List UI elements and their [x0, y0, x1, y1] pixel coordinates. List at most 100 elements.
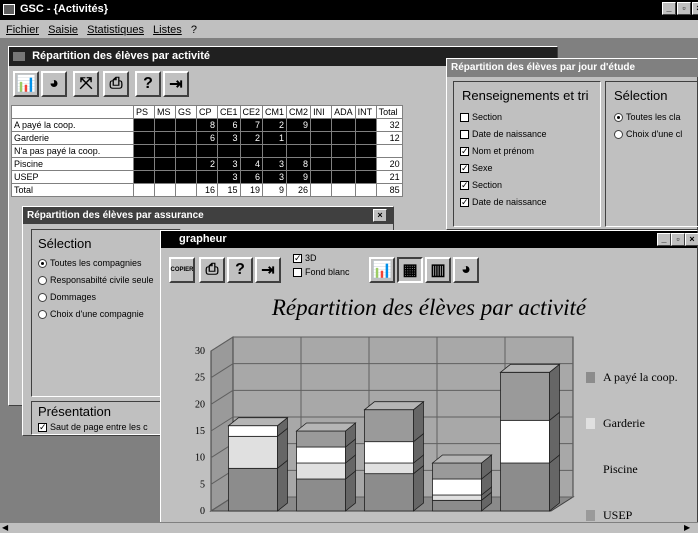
- table-cell[interactable]: 3: [217, 170, 241, 184]
- table-cell[interactable]: 15: [217, 183, 241, 197]
- menu-saisie[interactable]: Saisie: [48, 24, 78, 36]
- table-cell[interactable]: [154, 131, 176, 145]
- table-cell[interactable]: 2: [262, 118, 288, 132]
- table-cell[interactable]: [154, 144, 176, 158]
- table-cell[interactable]: [196, 144, 218, 158]
- assurance-close-button[interactable]: ×: [373, 209, 387, 222]
- option-checkbox[interactable]: ✓ Section: [460, 180, 547, 197]
- option-radio[interactable]: Toutes les cla: [614, 112, 682, 129]
- option-checkbox[interactable]: ✓ Date de naissance: [460, 197, 547, 214]
- table-cell[interactable]: [217, 144, 241, 158]
- grapheur-minimize-button[interactable]: _: [657, 233, 671, 246]
- scroll-left-icon[interactable]: ◀: [2, 523, 8, 532]
- pie-type-icon[interactable]: ◕: [453, 257, 479, 283]
- table-cell[interactable]: 2: [239, 131, 264, 145]
- table-cell[interactable]: 6: [196, 131, 218, 145]
- checkbox-box[interactable]: [460, 113, 469, 123]
- table-cell[interactable]: [331, 144, 356, 158]
- table-cell[interactable]: 1: [262, 131, 288, 145]
- table-cell[interactable]: [310, 118, 333, 132]
- table-cell[interactable]: [331, 131, 356, 145]
- table-cell[interactable]: [354, 157, 377, 171]
- table-cell[interactable]: 9: [286, 170, 312, 184]
- table-cell[interactable]: [133, 131, 155, 145]
- table-cell[interactable]: [239, 144, 264, 158]
- table-cell[interactable]: 6: [217, 118, 241, 132]
- table-cell[interactable]: [354, 170, 377, 184]
- scroll-right-icon[interactable]: ▶: [684, 523, 690, 532]
- stacked-bar-type-icon[interactable]: ▦: [397, 257, 423, 283]
- table-cell[interactable]: 9: [262, 183, 288, 197]
- table-cell[interactable]: [175, 144, 197, 158]
- exit-icon[interactable]: ⇥: [163, 71, 189, 97]
- table-cell[interactable]: 3: [217, 131, 241, 145]
- table-cell[interactable]: 3: [262, 157, 288, 171]
- table-cell[interactable]: [262, 144, 288, 158]
- close-button[interactable]: ×: [692, 2, 698, 15]
- option-checkbox[interactable]: Section: [460, 112, 547, 129]
- print-icon[interactable]: ⎙: [103, 71, 129, 97]
- row-label[interactable]: Garderie: [11, 131, 134, 145]
- menu-fichier[interactable]: Fichier: [6, 24, 39, 36]
- table-cell[interactable]: [133, 118, 155, 132]
- row-label[interactable]: Total: [11, 183, 134, 197]
- table-cell[interactable]: [354, 183, 377, 197]
- table-cell[interactable]: [331, 170, 356, 184]
- table-cell[interactable]: [354, 144, 377, 158]
- table-cell[interactable]: [133, 157, 155, 171]
- table-cell[interactable]: 2: [196, 157, 218, 171]
- table-cell[interactable]: [310, 131, 333, 145]
- table-cell[interactable]: [331, 183, 356, 197]
- bar-chart-icon[interactable]: 📊: [13, 71, 39, 97]
- bar-chart-type-icon[interactable]: 📊: [369, 257, 395, 283]
- table-cell[interactable]: [133, 170, 155, 184]
- table-cell[interactable]: 3: [217, 157, 241, 171]
- export-icon[interactable]: ⤧: [73, 71, 99, 97]
- row-label[interactable]: N'a pas payé la coop.: [11, 144, 134, 158]
- row-label[interactable]: USEP: [11, 170, 134, 184]
- checkbox-box[interactable]: ✓: [460, 147, 469, 157]
- grapheur-print-icon[interactable]: ⎙: [199, 257, 225, 283]
- radio-dot[interactable]: [38, 310, 47, 320]
- option-checkbox[interactable]: ✓ Nom et prénom: [460, 146, 547, 163]
- table-cell[interactable]: [175, 157, 197, 171]
- copier-icon[interactable]: COPIER: [169, 257, 195, 283]
- grapheur-maximize-button[interactable]: ▫: [671, 233, 685, 246]
- saut-de-page-checkbox[interactable]: ✓ Saut de page entre les c: [38, 422, 148, 433]
- radio-dot[interactable]: [614, 130, 623, 140]
- table-cell[interactable]: [154, 170, 176, 184]
- table-cell[interactable]: [310, 170, 333, 184]
- table-cell[interactable]: 26: [286, 183, 312, 197]
- radio-dot[interactable]: [38, 259, 47, 269]
- table-cell[interactable]: [133, 183, 155, 197]
- row-label[interactable]: A payé la coop.: [11, 118, 134, 132]
- table-cell[interactable]: [175, 118, 197, 132]
- table-cell[interactable]: 16: [196, 183, 218, 197]
- table-cell[interactable]: [331, 118, 356, 132]
- table-cell[interactable]: [310, 157, 333, 171]
- checkbox-box[interactable]: ✓: [38, 423, 47, 433]
- table-cell[interactable]: [175, 183, 197, 197]
- table-cell[interactable]: [286, 144, 312, 158]
- checkbox-fond-blanc[interactable]: [293, 268, 302, 278]
- checkbox-box[interactable]: ✓: [460, 181, 469, 191]
- table-cell[interactable]: 3: [262, 170, 288, 184]
- table-cell[interactable]: 4: [239, 157, 264, 171]
- table-cell[interactable]: [154, 118, 176, 132]
- row-label[interactable]: Piscine: [11, 157, 134, 171]
- pie-chart-icon[interactable]: ◕: [41, 71, 67, 97]
- table-cell[interactable]: [310, 183, 333, 197]
- 3d-bar-type-icon[interactable]: ▥: [425, 257, 451, 283]
- radio-dot[interactable]: [38, 293, 47, 303]
- option-radio[interactable]: Toutes les compagnies: [38, 258, 154, 275]
- radio-dot[interactable]: [614, 113, 623, 123]
- radio-dot[interactable]: [38, 276, 47, 286]
- table-cell[interactable]: 19: [239, 183, 264, 197]
- grapheur-exit-icon[interactable]: ⇥: [255, 257, 281, 283]
- checkbox-box[interactable]: ✓: [460, 164, 469, 174]
- menu-help[interactable]: ?: [191, 24, 197, 36]
- table-cell[interactable]: [175, 131, 197, 145]
- table-cell[interactable]: [310, 144, 333, 158]
- option-radio[interactable]: Choix d'une compagnie: [38, 309, 154, 326]
- menu-listes[interactable]: Listes: [153, 24, 182, 36]
